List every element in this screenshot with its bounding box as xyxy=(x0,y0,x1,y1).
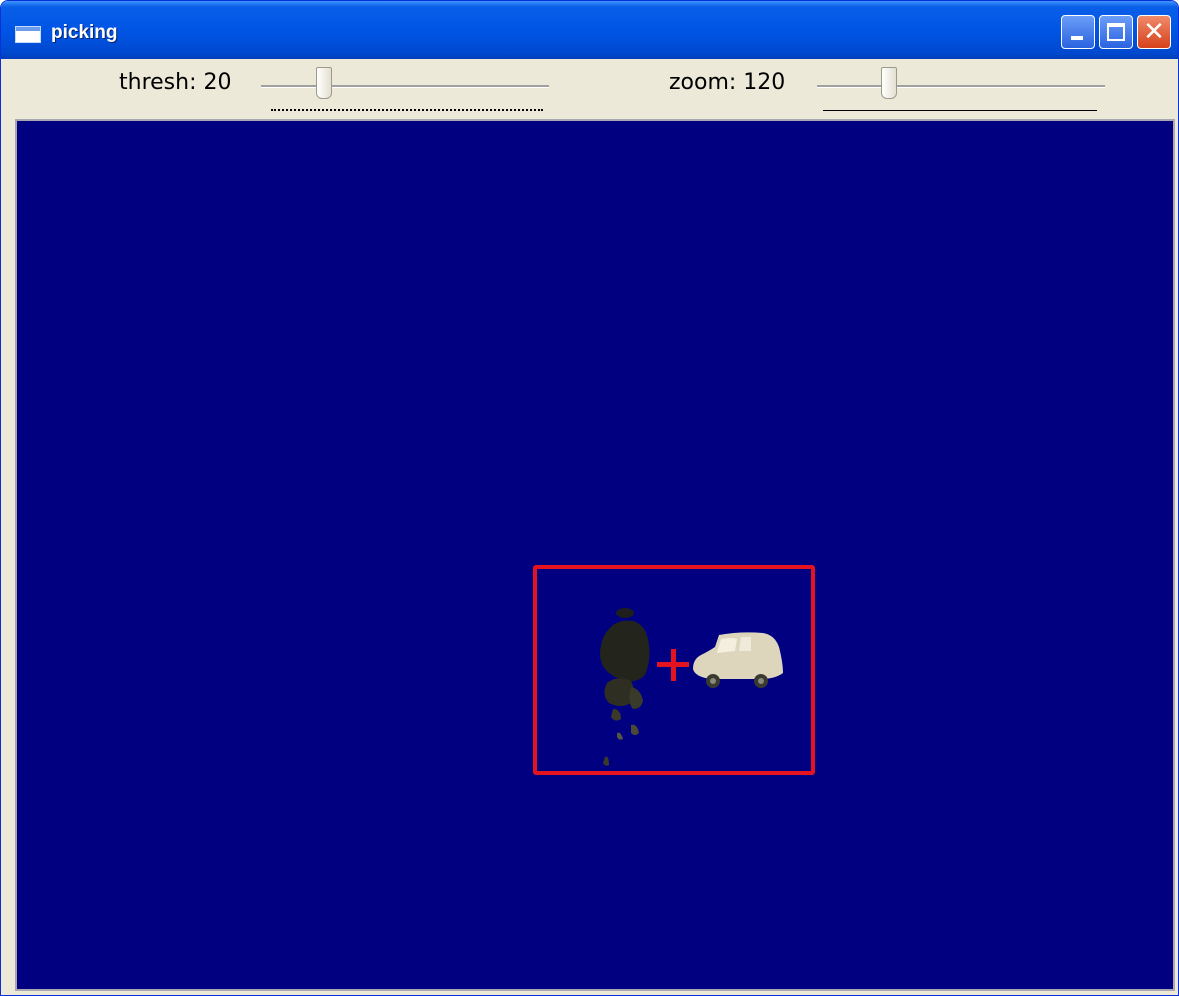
crosshair-icon xyxy=(657,649,689,681)
zoom-slider-track[interactable] xyxy=(817,85,1105,88)
thresh-label: thresh: 20 xyxy=(119,70,232,95)
maximize-button[interactable] xyxy=(1099,15,1133,49)
window-title: picking xyxy=(51,22,118,43)
car-silhouette xyxy=(693,632,783,688)
picking-window: picking ✕ thresh: 20 zoom: 120 xyxy=(0,0,1179,996)
minimize-button[interactable] xyxy=(1061,15,1095,49)
window-icon[interactable] xyxy=(15,26,41,43)
person-silhouette xyxy=(600,608,650,766)
zoom-label: zoom: 120 xyxy=(669,70,786,95)
close-button[interactable]: ✕ xyxy=(1137,15,1171,49)
thresh-slider-track[interactable] xyxy=(261,85,549,88)
trackbar-panel: thresh: 20 zoom: 120 xyxy=(1,59,1178,117)
thresh-focus-indicator xyxy=(271,109,543,111)
minimize-icon xyxy=(1071,36,1083,40)
thresh-slider-thumb[interactable] xyxy=(316,67,333,99)
image-viewport[interactable] xyxy=(15,119,1175,991)
close-icon: ✕ xyxy=(1143,17,1165,47)
maximize-icon xyxy=(1107,23,1125,41)
zoom-slider-underline xyxy=(823,110,1097,111)
title-bar[interactable]: picking ✕ xyxy=(1,1,1178,59)
zoom-slider-thumb[interactable] xyxy=(881,67,897,99)
